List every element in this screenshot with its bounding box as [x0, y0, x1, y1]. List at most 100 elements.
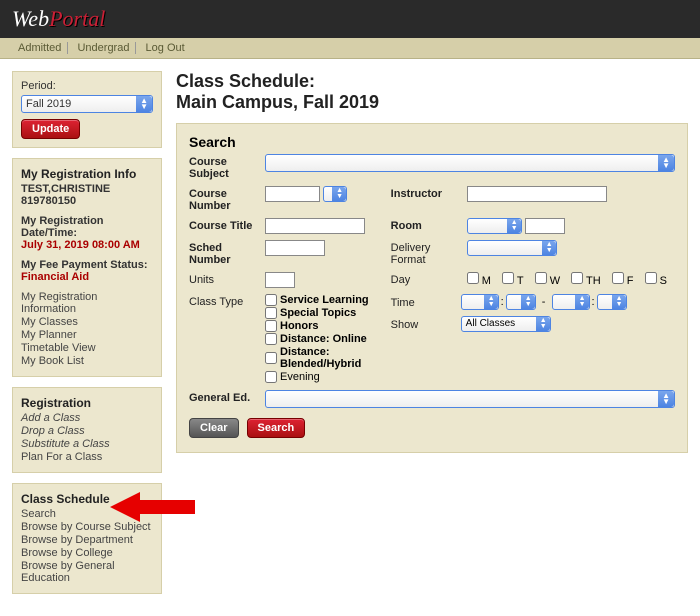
course-title-input[interactable]	[265, 218, 365, 234]
chevron-updown-icon: ▲▼	[511, 220, 518, 232]
link-myclasses[interactable]: My Classes	[21, 316, 153, 328]
link-browse-gened[interactable]: Browse by General Education	[21, 560, 153, 584]
day-f-checkbox[interactable]	[612, 272, 624, 284]
day-m-checkbox[interactable]	[467, 272, 479, 284]
label-day: Day	[391, 272, 461, 286]
chevron-updown-icon: ▲▼	[662, 157, 670, 169]
label-time: Time	[391, 295, 461, 309]
link-browse-subject[interactable]: Browse by Course Subject	[21, 521, 153, 533]
nav-logout[interactable]: Log Out	[146, 42, 185, 54]
registration-info-block: My Registration Info TEST,CHRISTINE 8197…	[12, 158, 162, 377]
chevron-updown-icon: ▲▼	[616, 296, 623, 308]
main-content: Class Schedule: Main Campus, Fall 2019 S…	[176, 71, 688, 604]
ct-special-checkbox[interactable]	[265, 307, 277, 319]
time-from-min-select[interactable]: ▲▼	[506, 294, 536, 310]
day-t-checkbox[interactable]	[502, 272, 514, 284]
day-th-checkbox[interactable]	[571, 272, 583, 284]
room-number-input[interactable]	[525, 218, 565, 234]
logo: WebPortal	[12, 6, 105, 31]
chevron-updown-icon: ▲▼	[488, 296, 495, 308]
room-building-select[interactable]: ▲▼	[467, 218, 522, 234]
schedule-heading: Class Schedule	[21, 492, 153, 506]
logo-part2: Portal	[49, 6, 105, 31]
link-add-class[interactable]: Add a Class	[21, 412, 153, 424]
student-name: TEST,CHRISTINE	[21, 183, 153, 195]
student-id: 819780150	[21, 195, 153, 207]
period-block: Period: Fall 2019 ▲▼ Update	[12, 71, 162, 148]
day-row: M T W TH F S	[467, 272, 675, 287]
sched-number-input[interactable]	[265, 240, 325, 256]
logo-part1: Web	[12, 6, 49, 31]
sidebar: Period: Fall 2019 ▲▼ Update My Registrat…	[12, 71, 162, 604]
header-bar: WebPortal	[0, 0, 700, 38]
day-s-checkbox[interactable]	[645, 272, 657, 284]
chevron-updown-icon: ▲▼	[546, 242, 553, 254]
regdate-label: My Registration Date/Time:	[21, 215, 153, 239]
time-from-hour-select[interactable]: ▲▼	[461, 294, 499, 310]
ct-blended-checkbox[interactable]	[265, 352, 277, 364]
label-general-ed: General Ed.	[189, 390, 259, 404]
chevron-updown-icon: ▲▼	[140, 98, 148, 110]
chevron-updown-icon: ▲▼	[336, 188, 343, 200]
registration-block: Registration Add a Class Drop a Class Su…	[12, 387, 162, 473]
registration-heading: Registration	[21, 396, 153, 410]
update-button[interactable]: Update	[21, 119, 80, 139]
ct-online-checkbox[interactable]	[265, 333, 277, 345]
delivery-format-select[interactable]: ▲▼	[467, 240, 557, 256]
label-course-subject: Course Subject	[189, 154, 259, 180]
period-select[interactable]: Fall 2019 ▲▼	[21, 95, 153, 113]
label-room: Room	[391, 218, 461, 232]
link-search[interactable]: Search	[21, 508, 153, 520]
time-row: ▲▼:▲▼ - ▲▼:▲▼	[461, 294, 675, 310]
course-subject-select[interactable]: ▲▼	[265, 154, 675, 172]
course-number-suffix-select[interactable]: ▲▼	[323, 186, 347, 202]
course-number-input[interactable]	[265, 186, 320, 202]
label-sched-number: Sched Number	[189, 240, 259, 266]
link-timetable[interactable]: Timetable View	[21, 342, 153, 354]
link-browse-college[interactable]: Browse by College	[21, 547, 153, 559]
ct-evening-checkbox[interactable]	[265, 371, 277, 383]
nav-undergrad[interactable]: Undergrad	[77, 42, 129, 54]
label-class-type: Class Type	[189, 294, 259, 308]
link-reginfo[interactable]: My Registration Information	[21, 291, 153, 315]
fee-value: Financial Aid	[21, 271, 153, 283]
class-type-list: Service Learning Special Topics Honors D…	[265, 294, 385, 384]
ct-honors-checkbox[interactable]	[265, 320, 277, 332]
link-drop-class[interactable]: Drop a Class	[21, 425, 153, 437]
top-nav: Admitted Undergrad Log Out	[0, 38, 700, 59]
label-show: Show	[391, 317, 461, 331]
class-schedule-block: Class Schedule Search Browse by Course S…	[12, 483, 162, 594]
chevron-updown-icon: ▲▼	[662, 393, 670, 405]
period-label: Period:	[21, 80, 153, 92]
nav-admitted[interactable]: Admitted	[18, 42, 61, 54]
link-sub-class[interactable]: Substitute a Class	[21, 438, 153, 450]
fee-label: My Fee Payment Status:	[21, 259, 153, 271]
chevron-updown-icon: ▲▼	[525, 296, 532, 308]
label-units: Units	[189, 272, 259, 286]
label-instructor: Instructor	[391, 186, 461, 200]
ct-service-checkbox[interactable]	[265, 294, 277, 306]
link-plan-class[interactable]: Plan For a Class	[21, 451, 153, 463]
search-button[interactable]: Search	[247, 418, 306, 438]
day-w-checkbox[interactable]	[535, 272, 547, 284]
instructor-input[interactable]	[467, 186, 607, 202]
link-myplanner[interactable]: My Planner	[21, 329, 153, 341]
regdate-value: July 31, 2019 08:00 AM	[21, 239, 153, 251]
time-to-min-select[interactable]: ▲▼	[597, 294, 627, 310]
chevron-updown-icon: ▲▼	[540, 318, 547, 330]
chevron-updown-icon: ▲▼	[579, 296, 586, 308]
search-panel: Search Course Subject ▲▼ Course Number ▲…	[176, 123, 688, 453]
link-browse-dept[interactable]: Browse by Department	[21, 534, 153, 546]
label-course-number: Course Number	[189, 186, 259, 212]
search-heading: Search	[189, 134, 675, 150]
time-to-hour-select[interactable]: ▲▼	[552, 294, 590, 310]
link-booklist[interactable]: My Book List	[21, 355, 153, 367]
units-input[interactable]	[265, 272, 295, 288]
label-delivery-format: Delivery Format	[391, 240, 461, 266]
show-select[interactable]: All Classes▲▼	[461, 316, 551, 332]
label-course-title: Course Title	[189, 218, 259, 232]
clear-button[interactable]: Clear	[189, 418, 239, 438]
page-title: Class Schedule: Main Campus, Fall 2019	[176, 71, 688, 113]
general-ed-select[interactable]: ▲▼	[265, 390, 675, 408]
reginfo-heading: My Registration Info	[21, 167, 153, 181]
